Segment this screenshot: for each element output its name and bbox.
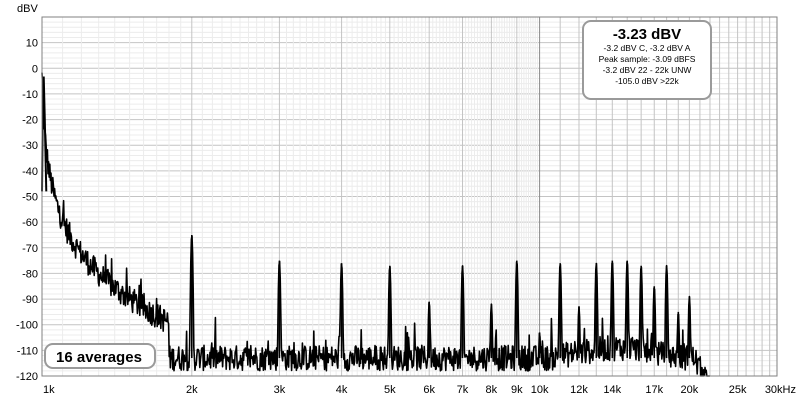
y-tick-label: 0 xyxy=(32,63,38,75)
x-tick-label: 8k xyxy=(486,384,498,396)
y-tick-label: -80 xyxy=(22,268,38,280)
x-tick-label: 17k xyxy=(645,384,663,396)
y-tick-label: -70 xyxy=(22,243,38,255)
y-tick-label: -30 xyxy=(22,140,38,152)
y-tick-label: -100 xyxy=(16,320,38,332)
readout-weighted-levels: -3.2 dBV C, -3.2 dBV A xyxy=(603,43,691,53)
y-tick-label: -40 xyxy=(22,166,38,178)
level-readout-panel: -3.23 dBV -3.2 dBV C, -3.2 dBV A Peak sa… xyxy=(582,20,712,100)
readout-unweighted-level: -3.2 dBV 22 - 22k UNW xyxy=(602,65,692,75)
x-tick-label: 4k xyxy=(336,384,348,396)
y-tick-label: -110 xyxy=(17,345,38,357)
x-tick-label: 2k xyxy=(186,384,198,396)
x-tick-label: 7k xyxy=(457,384,469,396)
x-tick-label: 10k xyxy=(531,384,549,396)
level-readout-value: -3.23 dBV xyxy=(612,26,682,43)
y-tick-label: -120 xyxy=(16,371,38,383)
x-tick-label: 25k xyxy=(729,384,747,396)
y-tick-label: -90 xyxy=(22,294,38,306)
y-axis-label: dBV xyxy=(17,3,38,15)
y-tick-label: -50 xyxy=(22,192,38,204)
x-tick-label: 6k xyxy=(423,384,435,396)
y-tick-label: -10 xyxy=(22,89,38,101)
x-tick-label: 30kHz xyxy=(765,384,796,396)
x-tick-label: 14k xyxy=(603,384,621,396)
x-tick-label: 1k xyxy=(43,384,55,396)
y-tick-label: -20 xyxy=(22,115,38,127)
y-tick-label: 10 xyxy=(26,38,38,50)
y-tick-label: -60 xyxy=(22,217,38,229)
x-tick-label: 9k xyxy=(511,384,523,396)
readout-peak-sample: Peak sample: -3.09 dBFS xyxy=(598,54,696,64)
averages-badge: 16 averages xyxy=(44,343,156,369)
x-tick-label: 20k xyxy=(681,384,699,396)
x-tick-label: 12k xyxy=(570,384,588,396)
x-tick-label: 5k xyxy=(384,384,396,396)
x-tick-label: 3k xyxy=(274,384,286,396)
readout-above-22k-level: -105.0 dBV >22k xyxy=(615,76,679,86)
